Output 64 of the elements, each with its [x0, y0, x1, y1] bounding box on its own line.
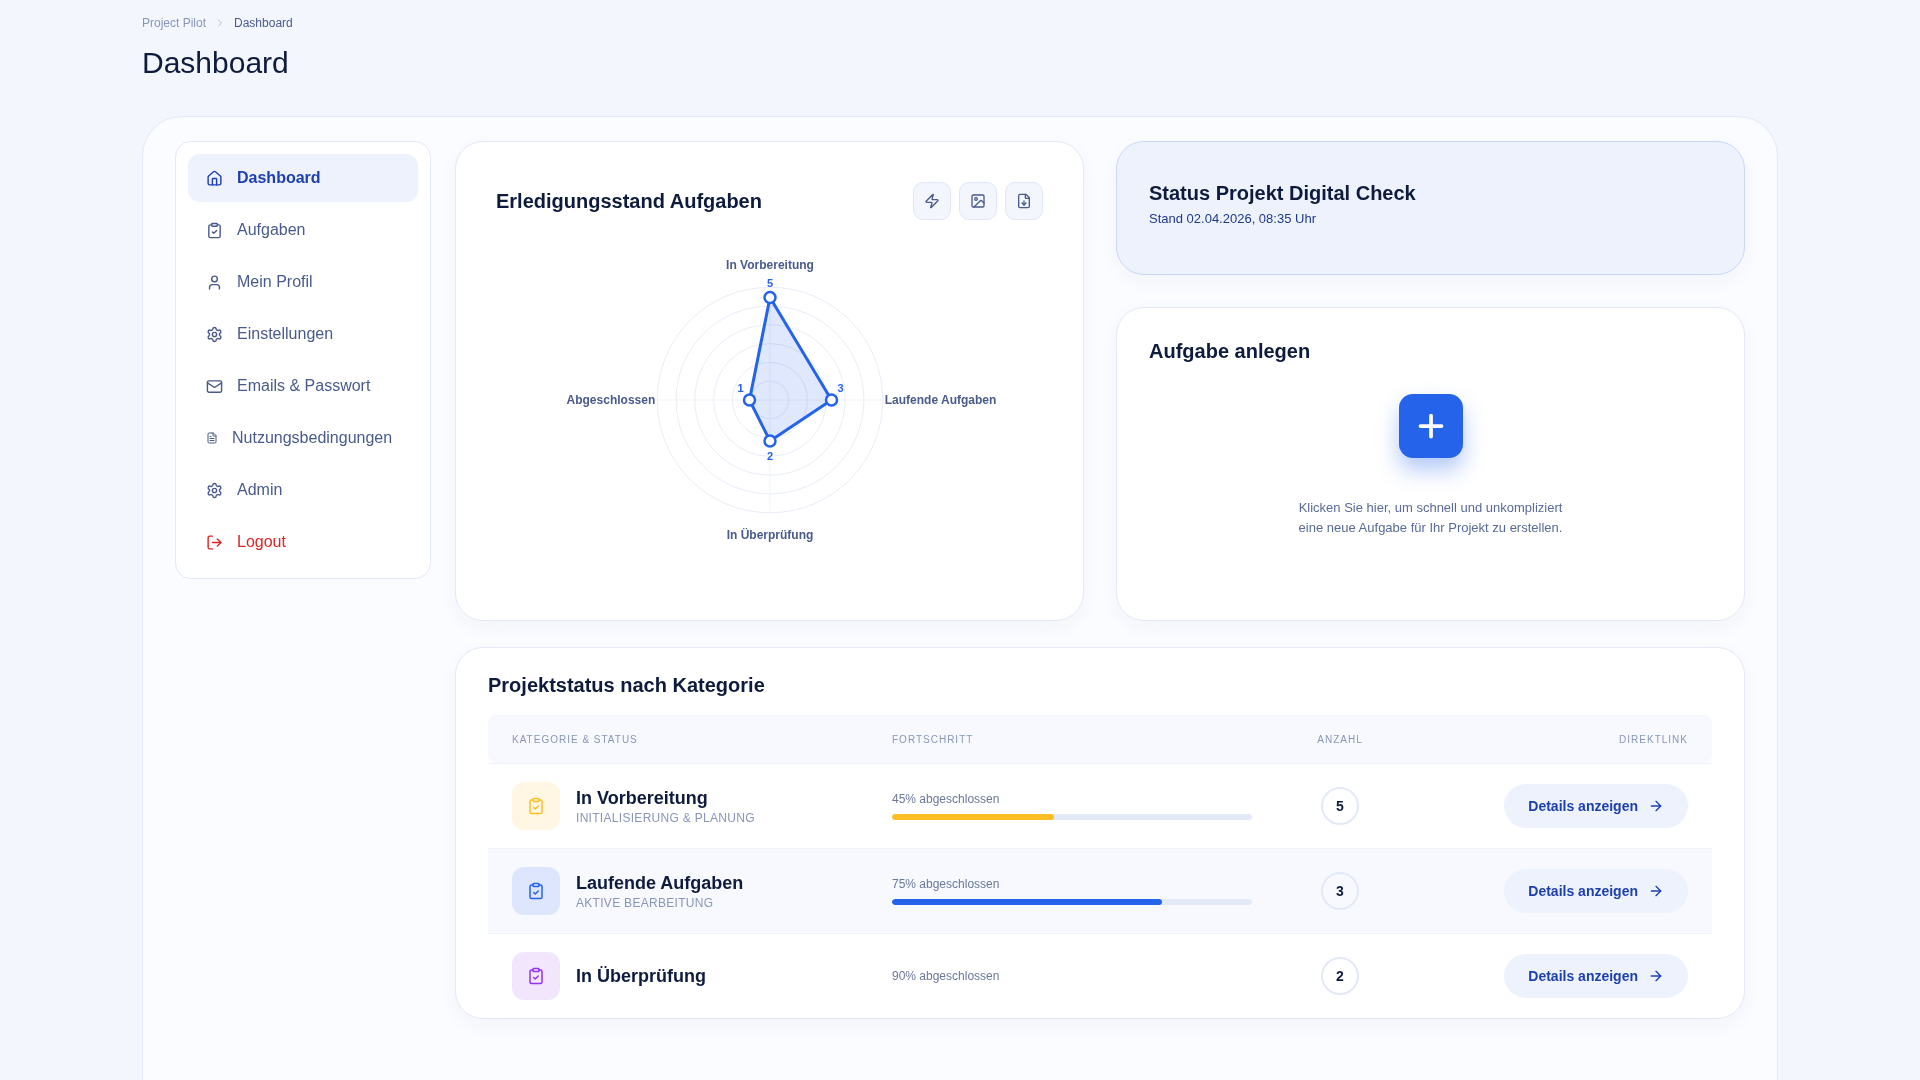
data-point [762, 434, 777, 448]
sidebar-item[interactable]: Dashboard [188, 154, 418, 202]
axis-label: Abgeschlossen [566, 393, 655, 407]
sidebar-item[interactable]: Emails & Passwort [188, 362, 418, 410]
arrow-right-icon [1648, 968, 1664, 984]
category-subtitle: INITIALISIERUNG & PLANUNG [576, 810, 755, 825]
details-button[interactable]: Details anzeigen [1504, 869, 1688, 913]
file-download-icon-button[interactable] [1005, 182, 1043, 220]
data-label: 5 [766, 276, 773, 289]
data-point [742, 393, 756, 407]
data-label: 1 [736, 382, 744, 394]
image-icon [970, 193, 986, 209]
details-button[interactable]: Details anzeigen [1504, 954, 1688, 998]
axis-label: In Vorbereitung [725, 258, 814, 273]
axis-label: In Überprüfung [726, 527, 813, 542]
data-point [762, 290, 777, 305]
create-task-description: Klicken Sie hier, um schnell und unkompliziert eine neue Aufgabe für Ihr Projekt zu erstellen. [1297, 498, 1564, 537]
sidebar-item[interactable]: Nutzungsbedingungen [188, 414, 418, 462]
axis-label: Laufende Aufgaben [884, 393, 996, 407]
category-name: In Überprüfung [576, 965, 706, 987]
data-label: 2 [766, 450, 773, 462]
column-header: KATEGORIE & STATUS [512, 733, 638, 745]
card-title: Erledigungsstand Aufgaben [496, 189, 762, 213]
category-subtitle: AKTIVE BEARBEITUNG [576, 895, 715, 910]
data-point [824, 393, 838, 407]
card-title: Aufgabe anlegen [1149, 340, 1312, 363]
lightning-icon-button[interactable] [913, 182, 951, 220]
card-title: Projektstatus nach Kategorie [488, 674, 766, 697]
image-icon-button[interactable] [959, 182, 997, 220]
add-task-button[interactable] [1398, 393, 1463, 458]
column-header: ANZAHL [1317, 733, 1363, 745]
user-icon [206, 273, 223, 291]
count-badge: 3 [1321, 872, 1359, 910]
home-icon [206, 169, 223, 187]
arrow-right-icon [1648, 798, 1664, 814]
count-badge: 5 [1321, 787, 1359, 825]
lightning-icon [924, 193, 940, 209]
breadcrumb-item: Dashboard [234, 16, 293, 30]
mail-icon [206, 377, 223, 395]
column-header: FORTSCHRITT [892, 733, 974, 745]
sidebar-item[interactable]: Mein Profil [188, 258, 418, 306]
count-badge: 2 [1321, 957, 1359, 995]
settings-icon [206, 325, 223, 343]
sidebar-item[interactable]: Einstellungen [188, 310, 418, 358]
page-title: Dashboard [142, 46, 290, 80]
document-icon [206, 432, 218, 444]
settings-icon [206, 481, 223, 499]
arrow-right-icon [1648, 883, 1664, 899]
category-name: In Vorbereitung [576, 787, 709, 809]
details-button[interactable]: Details anzeigen [1504, 784, 1688, 828]
progress-label: 75% abgeschlossen [892, 877, 1001, 891]
sidebar-item[interactable]: Admin [188, 466, 418, 514]
logout-icon [206, 533, 223, 551]
file-download-icon [1016, 193, 1032, 209]
category-name: Laufende Aufgaben [576, 872, 744, 894]
column-header: DIREKTLINK [1619, 733, 1688, 745]
clipboard-icon [206, 221, 223, 239]
logout-link[interactable]: Logout [188, 518, 418, 566]
status-timestamp: Stand 02.04.2026, 08:35 Uhr [1149, 211, 1317, 226]
data-label: 3 [836, 382, 844, 394]
card-title: Status Projekt Digital Check [1149, 182, 1417, 205]
sidebar-item[interactable]: Aufgaben [188, 206, 418, 254]
progress-label: 90% abgeschlossen [892, 969, 1001, 983]
progress-label: 45% abgeschlossen [892, 792, 1001, 806]
